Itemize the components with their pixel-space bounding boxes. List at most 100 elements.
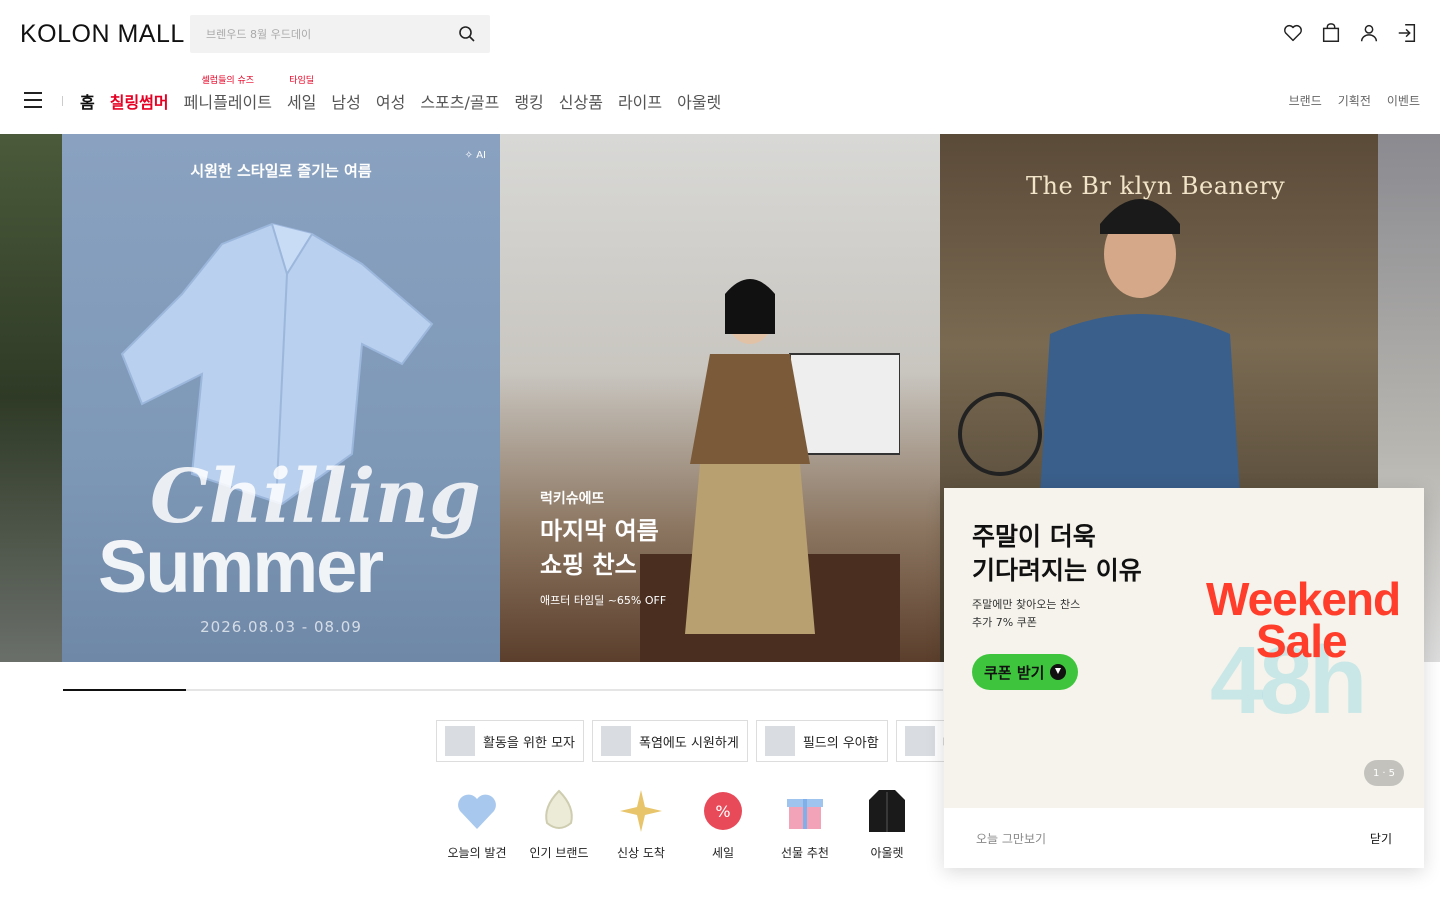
hero-banner-chilling-summer[interactable]: 시원한 스타일로 즐기는 여름 ✧ AI Chilling Summer 202… [62,134,500,662]
nav-item-label: 홈 [80,93,95,112]
main-nav: 홈 칠링썸머 페니플레이트 셀럽들의 슈즈 세일 타임딜 남성 여성 스포츠/골프 랭킹 신상품 라이… [0,76,1440,122]
category-item[interactable]: 인기 브랜드 [518,786,600,861]
download-icon [1050,664,1067,680]
close-button[interactable]: 닫기 [1370,830,1392,847]
popup-description: 주말에만 찾아오는 찬스 추가 7% 쿠폰 [972,596,1080,632]
category-shortcuts: 오늘의 발견인기 브랜드신상 도착%세일선물 추천아울렛랭 [436,786,1010,861]
chip-thumbnail [601,726,631,756]
hide-today-button[interactable]: 오늘 그만보기 [976,830,1046,847]
category-item[interactable]: 선물 추천 [764,786,846,861]
category-item[interactable]: 오늘의 발견 [436,786,518,861]
nav-item-label: 여성 [375,93,406,112]
search-bar [190,15,490,53]
weekend-sale-popup: 주말이 더욱 기다려지는 이유 주말에만 찾아오는 찬스 추가 7% 쿠폰 쿠폰… [944,488,1424,868]
banner-script-summer: Summer [98,525,384,608]
search-input[interactable] [206,15,446,53]
nav-item-label: 칠링썸머 [109,93,169,112]
category-item[interactable]: 아울렛 [846,786,928,861]
banner-brand: 럭키슈에뜨 [540,491,605,507]
banner-subtext: 애프터 타임딜 ~65% OFF [540,594,667,607]
nav-item[interactable]: 여성 [376,89,405,113]
popup-title: 주말이 더욱 기다려지는 이유 [972,520,1142,588]
heart-icon[interactable] [1282,22,1304,44]
nav-item[interactable]: 남성 [331,89,360,113]
sparkle-icon [616,786,666,836]
chip-thumbnail [445,726,475,756]
banner-title: 시원한 스타일로 즐기는 여름 [190,162,372,180]
popup-pager: 1 · 5 [1364,760,1404,786]
category-label: 신상 도착 [617,846,665,860]
header: KOLON MALL 홈 칠링썸머 페니플레이트 셀럽들의 슈즈세일 타임딜남성 여성 스포… [0,0,1440,134]
login-icon[interactable] [1396,22,1418,44]
category-label: 아울렛 [870,846,904,860]
nav-item-label: 아울렛 [677,93,722,112]
nav-item-label: 신상품 [558,93,603,112]
percent-icon: % [698,786,748,836]
chip-label: 폭염에도 시원하게 [639,735,739,751]
nav-item[interactable]: 칠링썸머 [110,89,169,113]
nav-submenu: 브랜드 기획전 이벤트 [1289,92,1420,109]
category-label: 인기 브랜드 [529,846,589,860]
banner-headline-line1: 마지막 여름 [540,517,659,545]
nav-item-badge: 셀럽들의 슈즈 [201,76,255,86]
popup-footer: 오늘 그만보기 닫기 [944,808,1424,868]
submenu-item[interactable]: 이벤트 [1387,92,1420,109]
nav-item[interactable]: 라이프 [618,89,662,113]
keyword-chip[interactable]: 필드의 우아함 [755,720,888,762]
search-icon[interactable] [458,25,476,43]
nav-item-badge: 타임딜 [289,76,315,86]
nav-item-label: 페니플레이트 [183,93,272,112]
chip-label: 필드의 우아함 [802,735,879,751]
nav-item-label: 스포츠/골프 [420,93,500,112]
model-image [640,279,900,662]
nav-item-label: 라이프 [617,93,663,112]
nav-item[interactable]: 신상품 [559,89,603,113]
popup-title-line1: 주말이 더욱 [972,522,1096,551]
logo[interactable]: KOLON MALL [20,20,185,49]
pager-total: 5 [1388,767,1395,779]
chip-thumbnail [764,726,795,756]
gift-icon [780,786,830,836]
keyword-chips: 활동을 위한 모자폭염에도 시원하게필드의 우아함데일 [436,720,976,762]
nav-item[interactable]: 페니플레이트 셀럽들의 슈즈 [183,76,272,113]
jacket-icon [862,786,912,836]
user-icon[interactable] [1358,22,1380,44]
nav-item[interactable]: 세일 타임딜 [286,76,317,113]
popup-desc-line1: 주말에만 찾아오는 찬스 [972,598,1081,611]
nav-item[interactable]: 랭킹 [514,89,543,113]
banner-date: 2026.08.03 - 08.09 [200,618,362,636]
nav-item[interactable]: 스포츠/골프 [420,89,499,113]
submenu-item[interactable]: 기획전 [1338,92,1371,109]
category-item[interactable]: 신상 도착 [600,786,682,861]
category-item[interactable]: % 세일 [682,786,764,861]
popup-title-line2: 기다려지는 이유 [972,556,1142,585]
banner-headline-line2: 쇼핑 찬스 [540,551,637,579]
nav-item[interactable]: 아울렛 [677,89,721,113]
category-label: 세일 [711,846,735,860]
category-label: 오늘의 발견 [447,846,507,860]
keyword-chip[interactable]: 활동을 위한 모자 [436,720,584,762]
ai-badge: ✧ AI [464,150,486,161]
svg-text:%: % [715,802,730,821]
pager-separator: · [1382,767,1386,779]
nav-item-label: 남성 [331,93,361,112]
header-icons [1282,22,1418,44]
hero-banner-prev[interactable] [0,134,62,662]
nav-item-label: 랭킹 [514,93,544,112]
popup-desc-line2: 추가 7% 쿠폰 [972,616,1037,629]
pager-current: 1 [1373,767,1380,779]
coupon-button[interactable]: 쿠폰 받기 [972,654,1079,690]
bag-icon[interactable] [1320,22,1342,44]
nav-item-label: 세일 [286,93,317,112]
chip-label: 활동을 위한 모자 [483,735,575,751]
menu-icon[interactable] [24,92,42,108]
nav-item[interactable]: 홈 [80,89,95,113]
chip-thumbnail [904,726,935,756]
heart-icon [452,786,502,836]
hero-banner-lucky-chouette[interactable]: 럭키슈에뜨 마지막 여름 쇼핑 찬스 애프터 타임딜 ~65% OFF [500,134,940,662]
category-label: 선물 추천 [781,846,829,860]
submenu-item[interactable]: 브랜드 [1289,92,1322,109]
keyword-chip[interactable]: 폭염에도 시원하게 [592,720,748,762]
banner-headline: 마지막 여름 쇼핑 찬스 [540,514,659,582]
carousel-progress-fill [63,689,187,691]
